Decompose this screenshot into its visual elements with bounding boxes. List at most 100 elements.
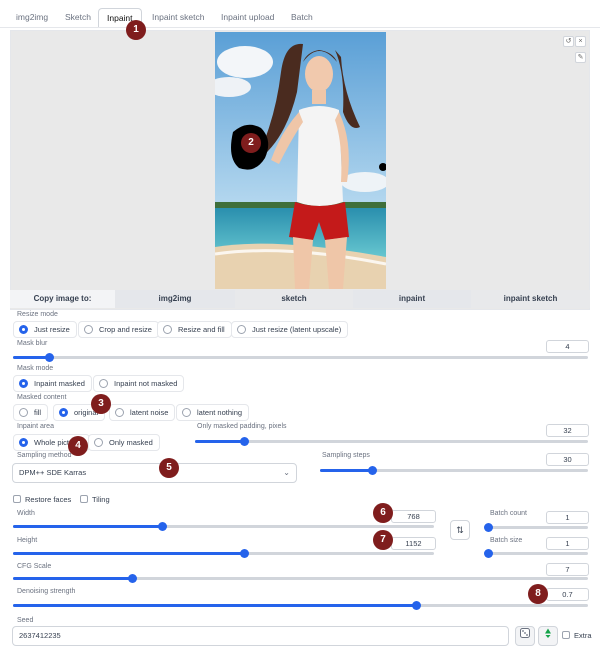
slider-thumb[interactable] xyxy=(411,601,421,610)
tab-inpaint-upload[interactable]: Inpaint upload xyxy=(213,8,282,28)
resize-mode-crop-and-resize[interactable]: Crop and resize xyxy=(78,321,159,338)
batch-count-slider[interactable] xyxy=(484,523,588,532)
tab-inpaint-sketch[interactable]: Inpaint sketch xyxy=(144,8,212,28)
resize-mode-resize-and-fill[interactable]: Resize and fill xyxy=(157,321,232,338)
tab-bar: img2img Sketch Inpaint Inpaint sketch In… xyxy=(0,0,600,30)
only-masked-padding-value[interactable]: 32 xyxy=(546,424,589,437)
inpaint-image[interactable] xyxy=(215,32,386,289)
tab-sketch[interactable]: Sketch xyxy=(57,8,99,28)
only-masked-padding-label: Only masked padding, pixels xyxy=(197,423,287,430)
slider-thumb[interactable] xyxy=(158,522,168,531)
close-icon[interactable]: × xyxy=(575,36,586,47)
sampling-steps-slider[interactable] xyxy=(320,466,588,475)
radio-icon xyxy=(182,408,191,417)
radio-icon xyxy=(115,408,124,417)
sampling-method-select[interactable]: DPM++ SDE Karras ⌄ xyxy=(12,463,297,483)
tab-img2img[interactable]: img2img xyxy=(8,8,56,28)
radio-icon xyxy=(237,325,246,334)
mask-blur-slider[interactable] xyxy=(13,353,588,362)
height-slider[interactable] xyxy=(13,549,434,558)
radio-icon xyxy=(84,325,93,334)
annotation-badge-7: 7 xyxy=(373,530,393,550)
slider-thumb[interactable] xyxy=(368,466,378,475)
masked-content-latent-nothing[interactable]: latent nothing xyxy=(176,404,250,421)
slider-thumb[interactable] xyxy=(240,437,250,446)
mask-blur-value[interactable]: 4 xyxy=(546,340,589,353)
mask-mode-inpaint-masked[interactable]: Inpaint masked xyxy=(13,375,92,392)
batch-size-value[interactable]: 1 xyxy=(546,537,589,550)
batch-size-slider[interactable] xyxy=(484,549,588,558)
swap-dimensions-button[interactable]: ⇅ xyxy=(450,520,470,540)
annotation-badge-4: 4 xyxy=(68,436,88,456)
batch-size-label: Batch size xyxy=(490,537,523,544)
inpaint-area-label: Inpaint area xyxy=(17,423,54,430)
slider-thumb[interactable] xyxy=(484,549,493,558)
radio-icon xyxy=(163,325,172,334)
copy-to-inpaint-sketch-button[interactable]: inpaint sketch xyxy=(471,290,590,308)
masked-content-latent-noise[interactable]: latent noise xyxy=(109,404,176,421)
width-slider[interactable] xyxy=(13,522,434,531)
resize-mode-label: Resize mode xyxy=(17,311,58,318)
seed-label: Seed xyxy=(17,617,34,624)
checkbox-icon xyxy=(13,495,21,503)
radio-icon xyxy=(19,379,28,388)
resize-mode-just-resize[interactable]: Just resize xyxy=(13,321,77,338)
random-seed-button[interactable] xyxy=(515,626,535,646)
denoising-strength-slider[interactable] xyxy=(13,601,588,610)
inpaint-area-only-masked[interactable]: Only masked xyxy=(88,434,160,451)
sampling-steps-value[interactable]: 30 xyxy=(546,453,589,466)
slider-thumb[interactable] xyxy=(484,523,493,532)
height-value[interactable]: 1152 xyxy=(391,537,436,550)
reset-icon[interactable]: ↺ xyxy=(563,36,574,47)
batch-count-value[interactable]: 1 xyxy=(546,511,589,524)
annotation-badge-8: 8 xyxy=(528,584,548,604)
annotation-badge-5: 5 xyxy=(159,458,179,478)
mask-blur-label: Mask blur xyxy=(17,340,48,347)
reuse-seed-button[interactable] xyxy=(538,626,558,646)
slider-thumb[interactable] xyxy=(239,549,249,558)
copy-to-img2img-button[interactable]: img2img xyxy=(115,290,235,308)
cfg-scale-value[interactable]: 7 xyxy=(546,563,589,576)
recycle-icon xyxy=(545,628,551,638)
tab-batch[interactable]: Batch xyxy=(283,8,321,28)
extra-seed-checkbox[interactable]: Extra xyxy=(562,631,592,640)
radio-icon xyxy=(19,438,28,447)
masked-content-label: Masked content xyxy=(17,394,67,401)
cfg-scale-label: CFG Scale xyxy=(17,563,52,570)
copy-to-inpaint-button[interactable]: inpaint xyxy=(353,290,471,308)
annotation-badge-2: 2 xyxy=(241,133,261,153)
slider-fill xyxy=(13,525,163,528)
checkbox-icon xyxy=(562,631,570,639)
slider-fill xyxy=(320,469,373,472)
restore-faces-checkbox[interactable]: Restore faces xyxy=(13,495,71,504)
cfg-scale-slider[interactable] xyxy=(13,574,588,583)
only-masked-padding-slider[interactable] xyxy=(195,437,588,446)
slider-fill xyxy=(13,577,132,580)
radio-icon xyxy=(99,379,108,388)
resize-mode-latent-upscale[interactable]: Just resize (latent upscale) xyxy=(231,321,349,338)
seed-input[interactable]: 2637412235 xyxy=(12,626,509,646)
checkbox-icon xyxy=(80,495,88,503)
slider-thumb[interactable] xyxy=(44,353,54,362)
batch-count-label: Batch count xyxy=(490,510,527,517)
width-value[interactable]: 768 xyxy=(391,510,436,523)
slider-thumb[interactable] xyxy=(127,574,137,583)
sampling-method-label: Sampling method xyxy=(17,452,72,459)
width-label: Width xyxy=(17,510,35,517)
mask-mode-inpaint-not-masked[interactable]: Inpaint not masked xyxy=(93,375,185,392)
swap-icon: ⇅ xyxy=(456,525,464,535)
brush-icon[interactable]: ✎ xyxy=(575,52,586,63)
copy-to-sketch-button[interactable]: sketch xyxy=(235,290,353,308)
annotation-badge-3: 3 xyxy=(91,394,111,414)
radio-icon xyxy=(59,408,68,417)
slider-fill xyxy=(13,604,416,607)
radio-icon xyxy=(19,325,28,334)
masked-content-fill[interactable]: fill xyxy=(13,404,49,421)
denoising-strength-label: Denoising strength xyxy=(17,588,76,595)
tiling-checkbox[interactable]: Tiling xyxy=(80,495,110,504)
denoising-strength-value[interactable]: 0.7 xyxy=(546,588,589,601)
mask-mode-label: Mask mode xyxy=(17,365,54,372)
annotation-badge-6: 6 xyxy=(373,503,393,523)
chevron-down-icon: ⌄ xyxy=(283,468,290,477)
sampling-steps-label: Sampling steps xyxy=(322,452,370,459)
